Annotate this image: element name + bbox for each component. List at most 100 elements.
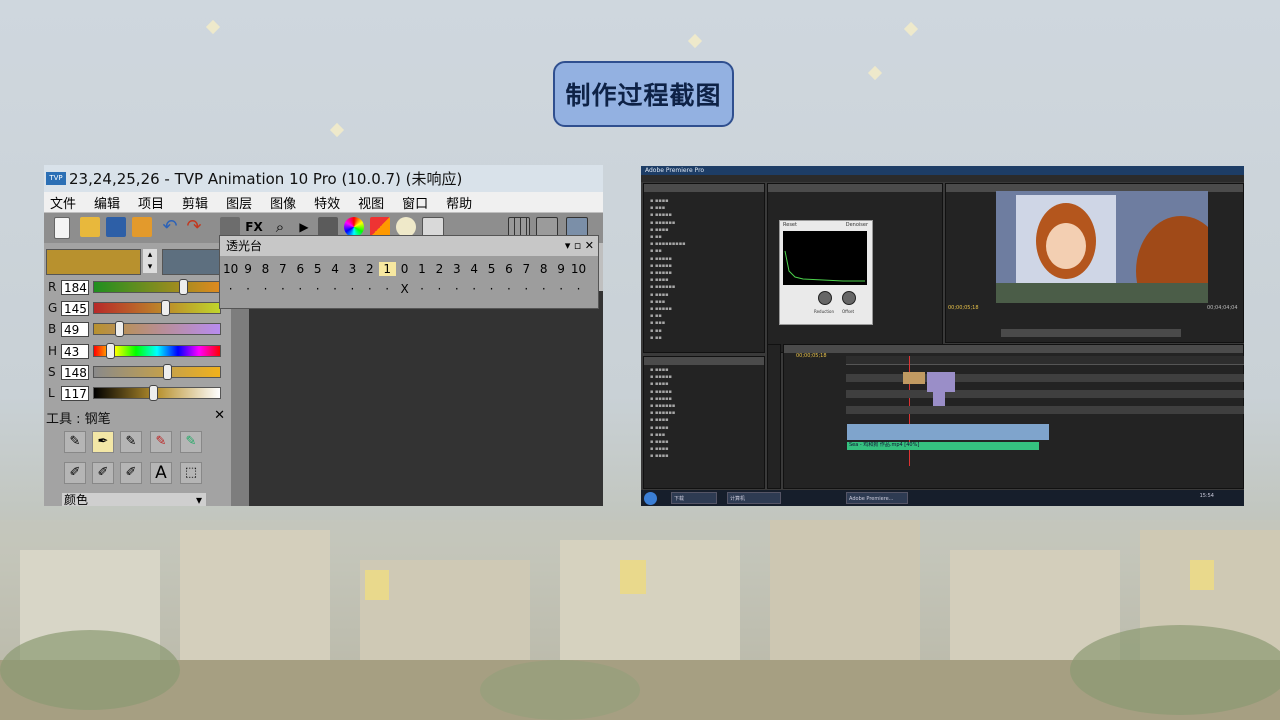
pen-tool-icon[interactable]: ✒ <box>92 431 114 453</box>
green-slider[interactable] <box>93 300 221 316</box>
light-table-toggle-dot[interactable]: · <box>500 282 517 296</box>
light-table-toggle-dot[interactable]: · <box>570 282 587 296</box>
light-table-frame-number[interactable]: 3 <box>448 262 465 276</box>
light-table-frame-toggles[interactable]: · · · · · · · · · · X · · · · · · · · · · <box>222 282 587 296</box>
video-track-1[interactable] <box>846 406 1244 414</box>
light-table-frame-number[interactable]: 2 <box>431 262 448 276</box>
light-table-frame-number[interactable]: 1 <box>413 262 430 276</box>
taskbar-item-premiere[interactable]: Adobe Premiere... <box>846 492 908 504</box>
light-table-frame-number[interactable]: 2 <box>361 262 378 276</box>
taskbar-item-computer[interactable]: 计算机 <box>727 492 781 504</box>
light-table-toggle-dot[interactable]: · <box>431 282 448 296</box>
brush-settings-icon[interactable] <box>220 217 240 237</box>
undo-icon[interactable]: ↶ <box>160 217 180 237</box>
blue-value-field[interactable]: 49 <box>61 321 89 337</box>
light-table-frame-number[interactable]: 9 <box>239 262 256 276</box>
tools-strip[interactable] <box>767 344 781 489</box>
project-panel-tabs[interactable] <box>644 357 764 365</box>
light-table-toggle-dot[interactable]: · <box>344 282 361 296</box>
layers-icon[interactable] <box>318 217 338 237</box>
light-table-toggle-dot[interactable]: · <box>552 282 569 296</box>
saturation-slider[interactable] <box>93 364 221 380</box>
light-table-frame-number[interactable]: 8 <box>257 262 274 276</box>
selection-tool-icon[interactable]: ⬚ <box>180 462 202 484</box>
menu-window[interactable]: 窗口 <box>402 193 428 212</box>
light-table-toggle-dot[interactable]: · <box>379 282 396 296</box>
video-clip[interactable] <box>927 372 955 392</box>
menu-effects[interactable]: 特效 <box>314 193 340 212</box>
light-table-frame-numbers[interactable]: 10 9 8 7 6 5 4 3 2 1 0 1 2 3 4 5 6 7 8 9 10 <box>222 262 587 276</box>
red-slider[interactable] <box>93 279 221 295</box>
light-table-toggle-dot[interactable]: · <box>518 282 535 296</box>
lightness-slider-thumb[interactable] <box>149 385 158 401</box>
light-table-frame-number[interactable]: 4 <box>326 262 343 276</box>
swap-colors-icon[interactable]: ▴ ▾ <box>143 249 157 273</box>
start-button-icon[interactable] <box>644 492 657 505</box>
timeline-tabs[interactable] <box>784 345 1243 353</box>
effects-list[interactable]: ▪ ▪▪▪▪ ▪ ▪▪▪ ▪ ▪▪▪▪▪ ▪ ▪▪▪▪▪▪ ▪ ▪▪▪▪ ▪ ▪▪ ▪ ▪▪… <box>650 198 685 342</box>
light-table-frame-number[interactable]: 6 <box>500 262 517 276</box>
color-wheel-icon[interactable] <box>344 217 364 237</box>
ink-tool-icon[interactable]: ✎ <box>120 431 142 453</box>
color-dropdown[interactable]: 颜色 ▾ <box>62 493 206 506</box>
light-table-frame-number[interactable]: 10 <box>570 262 587 276</box>
hue-value-field[interactable]: 43 <box>61 343 89 359</box>
saturation-value-field[interactable]: 148 <box>61 364 89 380</box>
menu-clip[interactable]: 剪辑 <box>182 193 208 212</box>
light-table-frame-number[interactable]: 9 <box>552 262 569 276</box>
blue-slider-thumb[interactable] <box>115 321 124 337</box>
light-table-frame-number[interactable]: 4 <box>465 262 482 276</box>
light-table-toggle-dot[interactable]: · <box>326 282 343 296</box>
light-table-frame-number[interactable]: 5 <box>483 262 500 276</box>
light-table-toggle-dot[interactable]: · <box>361 282 378 296</box>
menu-project[interactable]: 项目 <box>138 193 164 212</box>
drawing-canvas[interactable] <box>249 291 603 506</box>
open-folder-icon[interactable] <box>80 217 100 237</box>
menu-help[interactable]: 帮助 <box>446 193 472 212</box>
light-table-frame-number[interactable]: 8 <box>535 262 552 276</box>
light-table-frame-number[interactable]: 3 <box>344 262 361 276</box>
video-track-2[interactable] <box>846 390 1244 398</box>
light-table-toggle-dot[interactable]: · <box>222 282 239 296</box>
light-table-toggle-dot[interactable]: · <box>448 282 465 296</box>
taskbar-item-downloads[interactable]: 下载 <box>671 492 717 504</box>
light-table-frame-number[interactable]: 1 <box>378 262 396 276</box>
play-icon[interactable]: ▶ <box>294 217 314 237</box>
audio-clip[interactable]: Sea - 鸡和狗 作品.mp4 [40%] <box>847 442 1039 450</box>
saturation-slider-thumb[interactable] <box>163 364 172 380</box>
light-table-toggle-dot[interactable]: · <box>239 282 256 296</box>
menu-layer[interactable]: 图层 <box>226 193 252 212</box>
menu-view[interactable]: 视图 <box>358 193 384 212</box>
effect-reset-button[interactable]: Reset <box>783 222 797 228</box>
close-file-icon[interactable] <box>132 217 152 237</box>
effects-panel-tabs[interactable] <box>644 184 764 192</box>
reduction-knob[interactable] <box>818 291 832 305</box>
red-slider-thumb[interactable] <box>179 279 188 295</box>
eraser-tool-icon[interactable]: ✐ <box>120 462 142 484</box>
pencil-tool-icon[interactable]: ✎ <box>64 431 86 453</box>
light-table-frame-number[interactable]: 6 <box>292 262 309 276</box>
light-table-frame-number[interactable]: 0 <box>396 262 413 276</box>
smudge-tool-icon[interactable]: ✐ <box>92 462 114 484</box>
save-icon[interactable] <box>106 217 126 237</box>
light-table-toggle-dot[interactable]: · <box>274 282 291 296</box>
color-swatch-icon[interactable] <box>370 217 390 237</box>
timeline-ruler[interactable] <box>846 356 1244 365</box>
airbrush-tool-icon[interactable]: ✎ <box>150 431 172 453</box>
menu-edit[interactable]: 编辑 <box>94 193 120 212</box>
effect-controls-tabs[interactable] <box>768 184 942 192</box>
menu-image[interactable]: 图像 <box>270 193 296 212</box>
hue-slider-thumb[interactable] <box>106 343 115 359</box>
menu-file[interactable]: 文件 <box>50 193 76 212</box>
light-table-frame-number[interactable]: 10 <box>222 262 239 276</box>
light-table-toggle-dot[interactable]: · <box>483 282 500 296</box>
light-table-toggle-dot[interactable]: · <box>292 282 309 296</box>
close-icon[interactable]: ✕ <box>214 408 225 423</box>
green-value-field[interactable]: 145 <box>61 300 89 316</box>
light-table-icon[interactable] <box>396 217 416 237</box>
redo-icon[interactable]: ↷ <box>184 217 204 237</box>
light-table-frame-number[interactable]: 7 <box>274 262 291 276</box>
video-clip[interactable] <box>903 372 925 384</box>
light-table-toggle-dot[interactable]: · <box>535 282 552 296</box>
panel-controls-icon[interactable]: ▾ ▫ ✕ <box>565 236 594 256</box>
